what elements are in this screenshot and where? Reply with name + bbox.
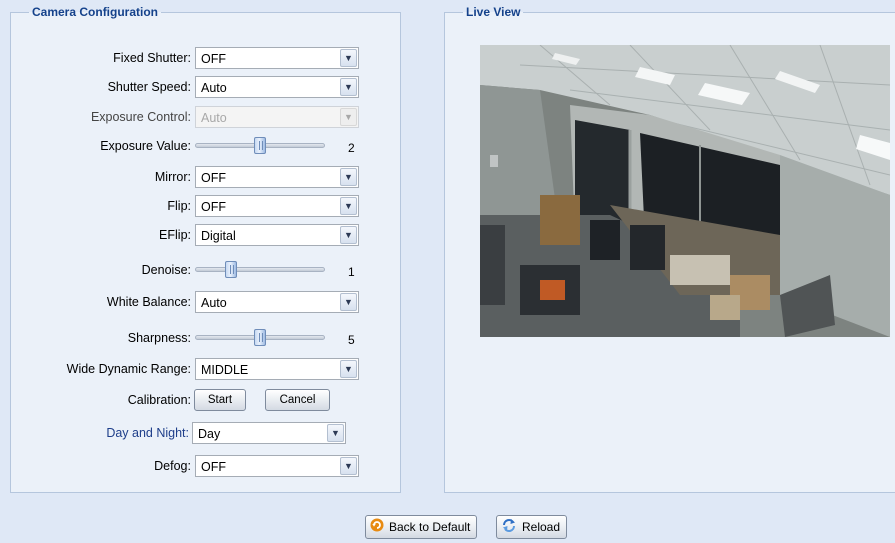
chevron-down-icon[interactable]: ▼ — [340, 226, 357, 244]
white-balance-label: White Balance: — [106, 295, 191, 309]
mirror-value: OFF — [201, 171, 226, 185]
exposure-value-slider[interactable] — [195, 137, 325, 154]
refresh-icon — [501, 517, 517, 539]
wide-dynamic-range-row: Wide Dynamic Range: MIDDLE ▼ — [11, 358, 401, 380]
exposure-control-value: Auto — [201, 111, 227, 125]
chevron-down-icon[interactable]: ▼ — [340, 49, 357, 67]
flip-select[interactable]: OFF ▼ — [195, 195, 359, 217]
defog-value: OFF — [201, 460, 226, 474]
chevron-down-icon[interactable]: ▼ — [340, 293, 357, 311]
flip-value: OFF — [201, 200, 226, 214]
wide-dynamic-range-select[interactable]: MIDDLE ▼ — [195, 358, 359, 380]
white-balance-row: White Balance: Auto ▼ — [11, 291, 401, 313]
back-to-default-label: Back to Default — [389, 520, 471, 534]
white-balance-select[interactable]: Auto ▼ — [195, 291, 359, 313]
fixed-shutter-select[interactable]: OFF ▼ — [195, 47, 359, 69]
shutter-speed-row: Shutter Speed: Auto ▼ — [11, 76, 401, 98]
live-view-camera-image — [480, 45, 890, 337]
eflip-row: EFlip: Digital ▼ — [11, 224, 401, 246]
sharpness-slider-thumb[interactable] — [254, 329, 266, 346]
camera-configuration-panel: Camera Configuration Fixed Shutter: OFF … — [10, 5, 401, 493]
shutter-speed-select[interactable]: Auto ▼ — [195, 76, 359, 98]
denoise-row: Denoise: 1 — [11, 259, 401, 281]
denoise-readout: 1 — [348, 265, 355, 279]
sharpness-row: Sharpness: 5 — [11, 327, 401, 349]
day-and-night-value: Day — [198, 427, 221, 441]
chevron-down-icon: ▼ — [340, 108, 357, 126]
live-view-panel: Live View — [444, 5, 895, 493]
exposure-value-slider-thumb[interactable] — [254, 137, 266, 154]
calibration-cancel-button[interactable]: Cancel — [265, 389, 330, 411]
exposure-control-label: Exposure Control: — [90, 110, 191, 124]
exposure-control-row: Exposure Control: Auto ▼ — [11, 106, 401, 128]
exposure-value-label: Exposure Value: — [100, 139, 191, 153]
chevron-down-icon[interactable]: ▼ — [340, 457, 357, 475]
eflip-value: Digital — [201, 229, 236, 243]
exposure-value-row: Exposure Value: 2 — [11, 135, 401, 157]
day-and-night-select[interactable]: Day ▼ — [192, 422, 346, 444]
eflip-select[interactable]: Digital ▼ — [195, 224, 359, 246]
defog-row: Defog: OFF ▼ — [11, 455, 401, 477]
day-and-night-label: Day and Night: — [106, 426, 189, 440]
exposure-control-select: Auto ▼ — [195, 106, 359, 128]
flip-label: Flip: — [167, 199, 191, 213]
flip-row: Flip: OFF ▼ — [11, 195, 401, 217]
calibration-row: Calibration: Start Cancel — [11, 389, 401, 411]
reload-button[interactable]: Reload — [496, 515, 568, 539]
shutter-speed-label: Shutter Speed: — [107, 80, 191, 94]
mirror-row: Mirror: OFF ▼ — [11, 166, 401, 188]
sharpness-readout: 5 — [348, 333, 355, 347]
undo-arrow-icon — [370, 517, 384, 539]
mirror-label: Mirror: — [154, 170, 191, 184]
chevron-down-icon[interactable]: ▼ — [327, 424, 344, 442]
exposure-value-readout: 2 — [348, 141, 355, 155]
eflip-label: EFlip: — [159, 228, 191, 242]
back-to-default-button[interactable]: Back to Default — [365, 515, 478, 539]
fixed-shutter-row: Fixed Shutter: OFF ▼ — [11, 47, 401, 69]
fixed-shutter-value: OFF — [201, 52, 226, 66]
fixed-shutter-label: Fixed Shutter: — [113, 51, 191, 65]
defog-label: Defog: — [154, 459, 191, 473]
defog-select[interactable]: OFF ▼ — [195, 455, 359, 477]
denoise-slider[interactable] — [195, 261, 325, 278]
calibration-label: Calibration: — [127, 393, 191, 407]
live-view-title: Live View — [466, 5, 521, 19]
shutter-speed-value: Auto — [201, 81, 227, 95]
denoise-slider-thumb[interactable] — [225, 261, 237, 278]
reload-label: Reload — [522, 520, 561, 534]
calibration-start-button[interactable]: Start — [194, 389, 246, 411]
day-and-night-row: Day and Night: Day ▼ — [11, 422, 401, 444]
chevron-down-icon[interactable]: ▼ — [340, 360, 357, 378]
white-balance-value: Auto — [201, 296, 227, 310]
wide-dynamic-range-label: Wide Dynamic Range: — [66, 362, 191, 376]
chevron-down-icon[interactable]: ▼ — [340, 168, 357, 186]
camera-configuration-title: Camera Configuration — [32, 5, 159, 19]
chevron-down-icon[interactable]: ▼ — [340, 197, 357, 215]
sharpness-label: Sharpness: — [127, 331, 191, 345]
chevron-down-icon[interactable]: ▼ — [340, 78, 357, 96]
sharpness-slider[interactable] — [195, 329, 325, 346]
denoise-label: Denoise: — [141, 263, 191, 277]
camera-feed-image — [480, 45, 890, 337]
mirror-select[interactable]: OFF ▼ — [195, 166, 359, 188]
wide-dynamic-range-value: MIDDLE — [201, 363, 249, 377]
